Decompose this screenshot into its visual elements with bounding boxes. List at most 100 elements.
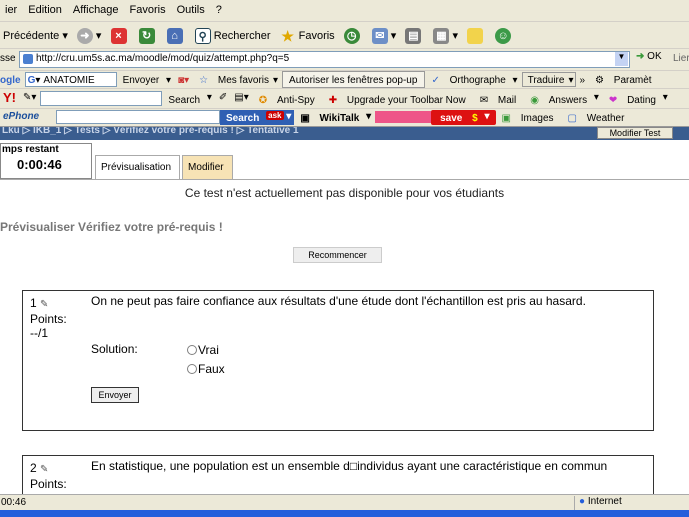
windows-taskbar bbox=[0, 510, 689, 517]
weather-button[interactable]: ▢ Weather bbox=[562, 109, 633, 124]
messenger-button[interactable]: ☺ bbox=[492, 22, 517, 48]
notes-button[interactable] bbox=[464, 22, 489, 48]
phone-search-input[interactable] bbox=[56, 110, 220, 124]
yahoo-highlight-icon[interactable]: ✐ bbox=[216, 89, 231, 103]
stop-icon: × bbox=[110, 27, 127, 44]
yahoo-search-button[interactable]: Search ▾ bbox=[162, 89, 216, 106]
menu-edit[interactable]: Edition bbox=[23, 0, 68, 16]
tab-preview[interactable]: Prévisualisation bbox=[95, 155, 181, 179]
menu-help[interactable]: ? bbox=[211, 0, 228, 16]
toolbar-overflow-icon[interactable]: » bbox=[576, 73, 589, 86]
status-text: 00:46 bbox=[1, 497, 27, 508]
history-button[interactable]: ◷ bbox=[341, 22, 366, 48]
address-url: http://cru.um5s.ac.ma/moodle/mod/quiz/at… bbox=[36, 53, 290, 64]
mail-icon: ✉ bbox=[371, 27, 388, 44]
refresh-icon: ↻ bbox=[138, 27, 155, 44]
dating-button[interactable]: ❤ Dating ▾ bbox=[603, 89, 672, 106]
google-settings-label: Paramèt bbox=[613, 75, 652, 86]
links-label: Lier bbox=[673, 53, 689, 64]
edit-page-button[interactable]: ▦ ▾ bbox=[430, 22, 461, 48]
images-label: Images bbox=[520, 113, 554, 124]
save-dollar-icon: $ bbox=[472, 113, 478, 124]
search-button[interactable]: ⚲ Rechercher bbox=[192, 22, 274, 48]
question-card: 2 ✎ Points: En statistique, une populati… bbox=[22, 455, 654, 494]
submit-button[interactable]: Envoyer bbox=[91, 387, 139, 403]
mail-button[interactable]: ✉ ▾ bbox=[369, 22, 400, 48]
question-text: On ne peut pas faire confiance aux résul… bbox=[91, 294, 586, 308]
mail-envelope-icon: ✉ bbox=[479, 95, 489, 106]
restart-button[interactable]: Recommencer bbox=[293, 247, 382, 263]
yahoo-form-icon[interactable]: ▤▾ bbox=[231, 89, 252, 103]
wikitalk-button[interactable]: ▣ WikiTalk ▾ bbox=[294, 109, 375, 124]
stop-button[interactable]: × bbox=[108, 22, 133, 48]
tab-edit[interactable]: Modifier bbox=[182, 155, 233, 179]
antispy-button[interactable]: ✪ Anti-Spy bbox=[253, 89, 323, 106]
address-dropdown-icon[interactable]: ▼ bbox=[615, 52, 628, 66]
phone-logo: ePhone bbox=[3, 111, 40, 122]
google-send-label: Envoyer bbox=[122, 75, 160, 86]
google-search-input[interactable]: G▾ ANATOMIE bbox=[24, 72, 117, 87]
spellcheck-label: Orthographe bbox=[449, 75, 506, 86]
timer-value: 0:00:46 bbox=[17, 157, 62, 172]
favorites-button[interactable]: ★ Favoris bbox=[277, 22, 338, 48]
question-number-value: 1 bbox=[30, 296, 37, 310]
spellcheck-button[interactable]: ✓ Orthographe ▾ bbox=[425, 71, 521, 86]
save-button[interactable]: save $ ▾ bbox=[431, 110, 496, 125]
points-label: Points: bbox=[30, 477, 67, 491]
page-title: Prévisualiser Vérifiez votre pré-requis … bbox=[0, 220, 223, 234]
google-search-value: ANATOMIE bbox=[43, 75, 95, 86]
weather-icon: ▢ bbox=[567, 113, 577, 124]
upgrade-icon: ✚ bbox=[328, 95, 338, 106]
google-bookmarks-button[interactable]: ☆ Mes favoris ▾ bbox=[193, 71, 282, 86]
forward-button[interactable]: ➜ ▾ bbox=[74, 22, 105, 48]
images-button[interactable]: ▣ Images bbox=[496, 109, 562, 124]
address-input[interactable]: http://cru.um5s.ac.ma/moodle/mod/quiz/at… bbox=[19, 51, 630, 68]
menu-favorites[interactable]: Favoris bbox=[125, 0, 172, 16]
menu-file[interactable]: ier bbox=[0, 0, 23, 16]
yahoo-mail-label: Mail bbox=[497, 95, 517, 106]
menu-view[interactable]: Affichage bbox=[68, 0, 125, 16]
images-icon: ▣ bbox=[501, 113, 511, 124]
breadcrumb[interactable]: Lku ▷ IKB_1 ▷ Tests ▷ Vérifiez votre pré… bbox=[0, 127, 689, 140]
news-banner-icon[interactable] bbox=[375, 111, 432, 123]
home-button[interactable]: ⌂ bbox=[164, 22, 189, 48]
option-false[interactable]: Faux bbox=[187, 362, 225, 376]
yahoo-pencil-icon[interactable]: ✎▾ bbox=[20, 89, 40, 103]
edit-pencil-icon[interactable]: ✎ bbox=[40, 464, 48, 475]
weather-label: Weather bbox=[586, 113, 625, 124]
edit-icon: ▦ bbox=[433, 27, 450, 44]
globe-icon: ● bbox=[579, 496, 586, 507]
points-label: Points: bbox=[30, 312, 67, 326]
yahoo-mail-button[interactable]: ✉ Mail bbox=[474, 89, 525, 106]
note-icon bbox=[467, 27, 484, 44]
radio-false[interactable] bbox=[187, 364, 197, 374]
messenger-icon: ☺ bbox=[495, 27, 512, 44]
wikitalk-icon: ▣ bbox=[300, 113, 310, 124]
menu-tools[interactable]: Outils bbox=[172, 0, 211, 16]
print-button[interactable]: ▤ bbox=[402, 22, 427, 48]
translate-button[interactable]: Traduire ▾ bbox=[521, 72, 577, 87]
phone-search-button[interactable]: Search ask ▾ bbox=[220, 110, 295, 125]
question-points: Points: --/1 bbox=[30, 312, 67, 340]
answers-icon: ◉ bbox=[530, 95, 539, 106]
google-settings-button[interactable]: ⚙ Paramèt bbox=[589, 71, 660, 86]
option-true[interactable]: Vrai bbox=[187, 343, 219, 357]
yahoo-logo[interactable]: Y! bbox=[0, 89, 20, 105]
question-number-value: 2 bbox=[30, 461, 37, 475]
answers-button[interactable]: ◉ Answers ▾ bbox=[524, 89, 603, 106]
upgrade-button[interactable]: ✚ Upgrade your Toolbar Now bbox=[323, 89, 474, 106]
question-points: Points: bbox=[30, 477, 67, 491]
bookmark-star-icon: ☆ bbox=[199, 75, 209, 86]
yahoo-search-input[interactable] bbox=[40, 91, 163, 106]
edit-pencil-icon[interactable]: ✎ bbox=[40, 299, 48, 310]
google-send-button[interactable]: Envoyer ▾ bbox=[117, 71, 176, 86]
modify-test-button[interactable]: Modifier Test bbox=[597, 127, 673, 139]
popup-blocker-button[interactable]: Autoriser les fenêtres pop-up bbox=[282, 71, 426, 88]
google-pagerank-icon[interactable]: ◙▾ bbox=[175, 73, 193, 86]
radio-true[interactable] bbox=[187, 345, 197, 355]
go-button[interactable]: ➜ OK bbox=[636, 51, 662, 62]
yahoo-toolbar: Y! ✎▾ Search ▾ ✐ ▤▾ ✪ Anti-Spy ✚ Upgrade your … bbox=[0, 89, 689, 109]
refresh-button[interactable]: ↻ bbox=[136, 22, 161, 48]
back-button[interactable]: Précédente ▾ bbox=[0, 22, 71, 48]
security-zone: ● Internet bbox=[574, 496, 689, 510]
